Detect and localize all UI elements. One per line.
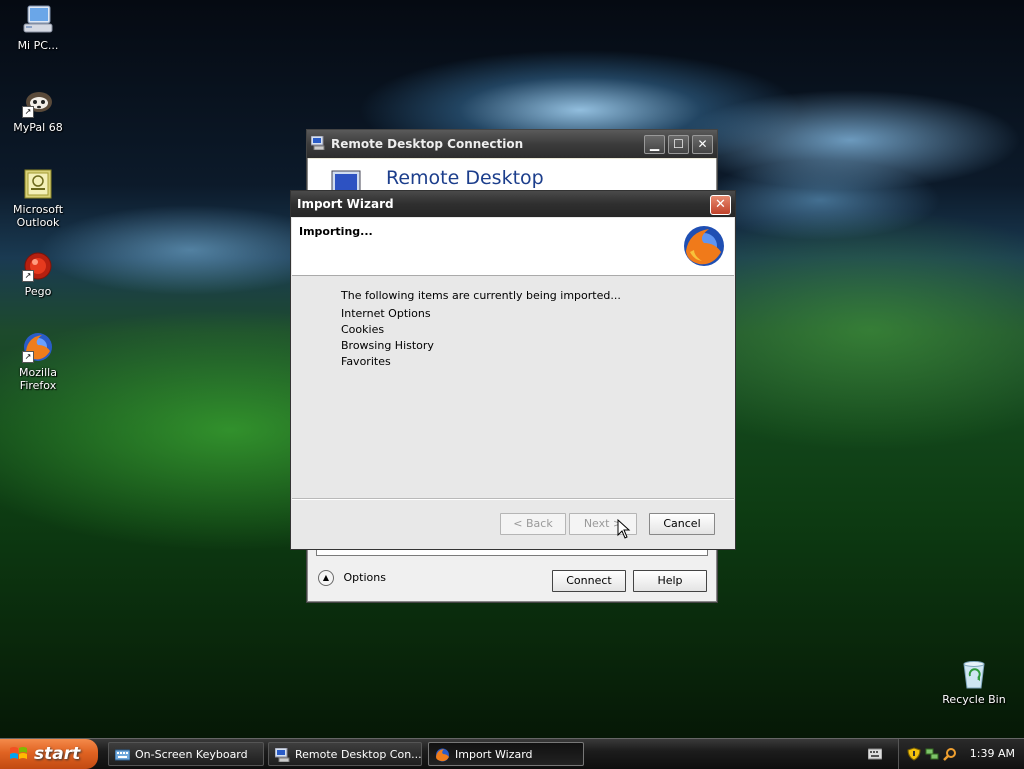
close-button[interactable]: ✕ [692,135,713,154]
mypal-icon: ↗ [22,86,54,118]
desktop-icon-label: Pego [24,285,52,298]
list-item: Cookies [341,323,385,336]
maximize-button[interactable]: ☐ [668,135,689,154]
desktop-icon-recycle-bin[interactable]: Recycle Bin [936,658,1012,706]
remote-desktop-icon [275,748,290,762]
taskbar-item-label: Import Wizard [455,748,533,761]
desktop-icon-label: Microsoft Outlook [12,203,64,229]
import-wizard-title-bar[interactable]: Import Wizard ✕ [291,191,735,217]
import-wizard-title-text: Import Wizard [297,197,394,211]
back-button[interactable]: < Back [500,513,566,535]
help-button[interactable]: Help [633,570,707,592]
start-button[interactable]: start [0,739,98,769]
close-button[interactable]: ✕ [710,195,731,215]
recycle-bin-icon [958,658,990,690]
cancel-button[interactable]: Cancel [649,513,715,535]
shortcut-arrow-icon: ↗ [22,106,34,118]
list-item: Browsing History [341,339,434,352]
clock[interactable]: 1:39 AM [970,739,1015,769]
options-label: Options [343,571,386,584]
firefox-logo-icon [684,226,724,266]
keyboard-layout-icon[interactable] [868,748,882,760]
wizard-header: Importing... [292,218,734,276]
rdc-title-bar[interactable]: Remote Desktop Connection ▁ ☐ ✕ [307,130,717,158]
taskbar-item-remote-desktop[interactable]: Remote Desktop Con... [268,742,422,766]
remote-desktop-icon [311,136,325,150]
minimize-icon: ▁ [649,137,660,151]
import-wizard-window: Import Wizard ✕ Importing... The followi… [290,190,736,550]
taskbar-item-on-screen-keyboard[interactable]: On-Screen Keyboard [108,742,264,766]
keyboard-icon [115,749,130,761]
firefox-icon [436,748,449,762]
wizard-heading: Importing... [299,225,373,238]
taskbar-item-label: Remote Desktop Con... [295,748,422,761]
maximize-icon: ☐ [673,137,684,151]
pego-icon: ↗ [22,250,54,282]
outlook-icon [22,168,54,200]
desktop-icon-label: MyPal 68 [13,121,63,134]
taskbar-item-label: On-Screen Keyboard [135,748,248,761]
list-item: Favorites [341,355,391,368]
close-icon: ✕ [715,197,726,212]
system-tray: 1:39 AM [898,739,1024,769]
mouse-pointer-icon [617,519,631,539]
taskbar: start On-Screen Keyboard Remote Desktop … [0,738,1024,769]
shortcut-arrow-icon: ↗ [22,351,34,363]
desktop-icon-label: Mi PC... [17,39,59,52]
desktop-icon-mypal[interactable]: ↗ MyPal 68 [0,86,76,134]
network-icon[interactable] [925,747,939,761]
windows-logo-icon [10,747,27,759]
desktop-icon-label: Mozilla Firefox [19,366,57,392]
import-intro-text: The following items are currently being … [341,289,621,302]
rdc-banner-title: Remote Desktop [386,167,544,189]
footer-divider [292,498,734,500]
rdc-title-text: Remote Desktop Connection [331,137,524,151]
shortcut-arrow-icon: ↗ [22,270,34,282]
firefox-icon: ↗ [22,331,54,363]
options-toggle[interactable]: ▲ Options [318,570,386,586]
desktop-icon-pego[interactable]: ↗ Pego [0,250,76,298]
search-icon[interactable] [943,747,957,761]
chevron-up-icon: ▲ [318,570,334,586]
desktop-icon-my-pc[interactable]: Mi PC... [0,4,76,52]
desktop-background: Mi PC... ↗ MyPal 68 Microsoft Outlook ↗ … [0,0,1024,738]
desktop-icon-firefox[interactable]: ↗ Mozilla Firefox [0,331,76,392]
start-label: start [34,744,81,764]
import-items-list: The following items are currently being … [341,288,621,370]
taskbar-item-import-wizard[interactable]: Import Wizard [428,742,584,766]
desktop-icon-outlook[interactable]: Microsoft Outlook [0,168,76,229]
computer-icon [22,4,54,36]
list-item: Internet Options [341,307,431,320]
connect-button[interactable]: Connect [552,570,626,592]
close-icon: ✕ [697,137,708,151]
security-shield-icon[interactable] [907,747,921,761]
desktop-icon-label: Recycle Bin [942,693,1006,706]
minimize-button[interactable]: ▁ [644,135,665,154]
